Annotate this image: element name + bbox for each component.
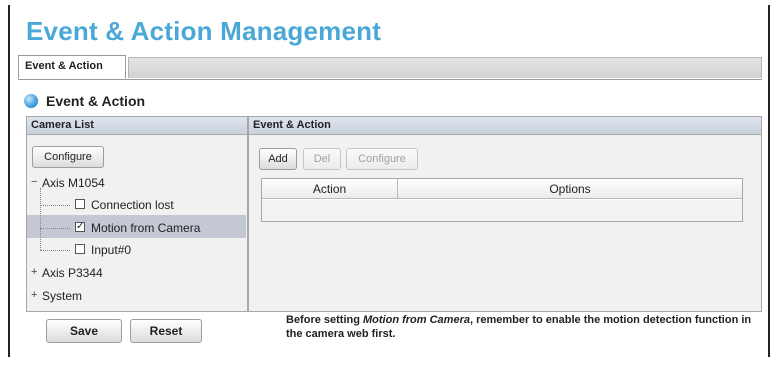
tree-item-axis-p3344[interactable]: Axis P3344: [42, 266, 103, 280]
add-button[interactable]: Add: [259, 148, 297, 170]
event-configure-button[interactable]: Configure: [346, 148, 418, 170]
checkbox-motion-from-camera[interactable]: ✓: [75, 222, 85, 232]
tree-item-axis-m1054[interactable]: Axis M1054: [42, 176, 105, 190]
reset-button[interactable]: Reset: [130, 319, 202, 343]
camera-list-header: Camera List: [27, 117, 247, 135]
tab-bar-filler: [128, 57, 762, 78]
tree-item-motion-from-camera[interactable]: Motion from Camera: [91, 221, 200, 235]
expand-icon[interactable]: +: [31, 290, 40, 301]
expand-icon[interactable]: +: [31, 267, 40, 278]
delete-button[interactable]: Del: [303, 148, 341, 170]
tab-event-action[interactable]: Event & Action: [18, 55, 126, 79]
tree-item-input0[interactable]: Input#0: [91, 243, 131, 257]
tree-item-system[interactable]: System: [42, 289, 82, 303]
actions-table: Action Options: [261, 178, 743, 222]
column-header-options[interactable]: Options: [398, 179, 742, 199]
checkbox-input0[interactable]: [75, 244, 85, 254]
checkbox-connection-lost[interactable]: [75, 199, 85, 209]
tree-item-connection-lost[interactable]: Connection lost: [91, 198, 174, 212]
save-button[interactable]: Save: [46, 319, 122, 343]
tab-bar: Event & Action: [18, 55, 762, 80]
help-note-pre: Before setting: [286, 314, 364, 326]
column-header-action[interactable]: Action: [262, 179, 398, 199]
tree-line: [40, 188, 41, 250]
section-title: Event & Action: [46, 93, 146, 109]
table-row: [262, 200, 742, 221]
event-action-header: Event & Action: [249, 117, 761, 135]
help-note-emphasis: Motion from Camera: [363, 314, 470, 326]
tree-line: [40, 205, 70, 206]
tree-line: [40, 228, 70, 229]
collapse-icon[interactable]: −: [31, 177, 40, 188]
camera-configure-button[interactable]: Configure: [32, 146, 104, 168]
tree-line: [40, 250, 70, 251]
globe-icon: [24, 94, 38, 108]
help-note: Before setting Motion from Camera, remem…: [286, 313, 756, 341]
page-title: Event & Action Management: [26, 16, 382, 46]
